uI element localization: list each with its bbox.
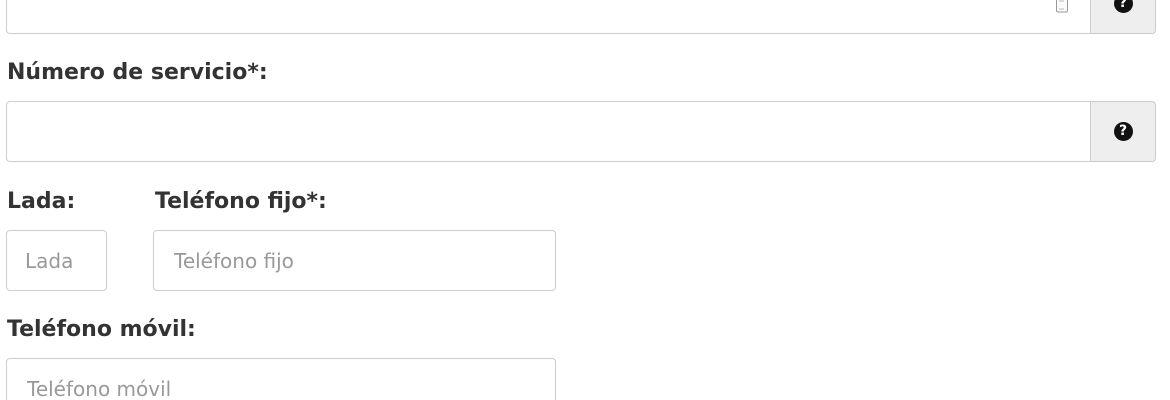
servicio-label: Número de servicio*: xyxy=(7,60,268,85)
lada-input[interactable] xyxy=(6,230,107,291)
telefono-fijo-label: Teléfono fijo*: xyxy=(155,189,327,214)
top-help-button[interactable]: ? xyxy=(1090,0,1156,34)
servicio-input-group: ? xyxy=(6,101,1156,162)
telefono-fijo-input[interactable] xyxy=(153,230,556,291)
form-page: ? Número de servicio*: ? Lada: Teléfono … xyxy=(0,0,1170,400)
telefono-movil-label: Teléfono móvil: xyxy=(7,317,196,342)
question-circle-icon: ? xyxy=(1113,0,1133,13)
telefono-movil-input[interactable] xyxy=(6,358,556,400)
clipboard-icon[interactable] xyxy=(1056,0,1068,12)
top-input-group: ? xyxy=(6,0,1156,34)
question-circle-icon: ? xyxy=(1113,122,1133,141)
servicio-help-button[interactable]: ? xyxy=(1090,101,1156,162)
lada-label: Lada: xyxy=(7,189,76,214)
servicio-input[interactable] xyxy=(6,101,1090,162)
top-input-field[interactable] xyxy=(6,0,1090,34)
